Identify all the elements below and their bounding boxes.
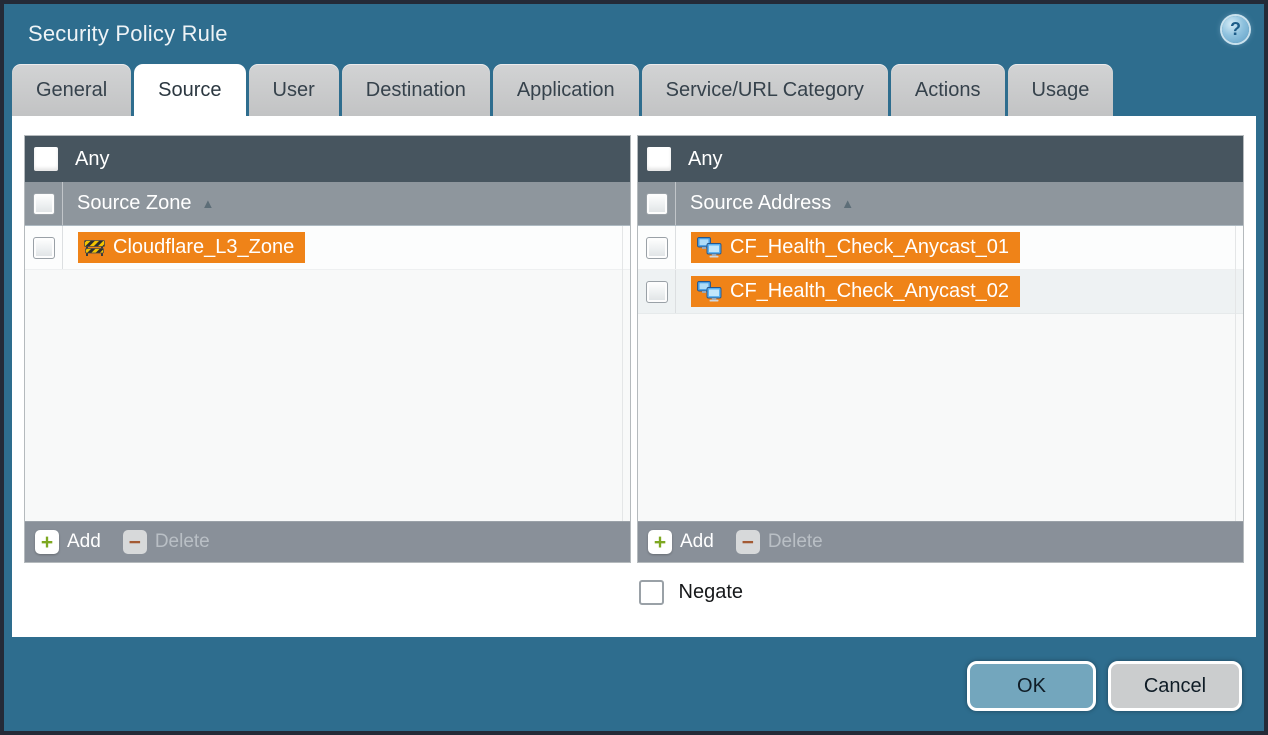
- source-zone-delete-button[interactable]: − Delete: [123, 530, 210, 554]
- source-address-any-checkbox[interactable]: [647, 147, 671, 171]
- source-zone-list: Cloudflare_L3_Zone: [25, 226, 630, 521]
- tab-service-url-category[interactable]: Service/URL Category: [642, 64, 888, 116]
- source-address-row-checkbox[interactable]: [646, 237, 668, 259]
- security-policy-rule-dialog: Security Policy Rule ? General Source Us…: [0, 0, 1268, 735]
- source-zone-any-label: Any: [75, 148, 109, 171]
- tab-bar: General Source User Destination Applicat…: [4, 64, 1264, 116]
- source-address-item[interactable]: CF_Health_Check_Anycast_02: [691, 276, 1020, 307]
- tab-destination[interactable]: Destination: [342, 64, 490, 116]
- dialog-footer: OK Cancel: [4, 637, 1264, 731]
- sort-ascending-icon[interactable]: ▲: [841, 196, 854, 211]
- address-icon: [697, 237, 722, 258]
- source-address-item[interactable]: CF_Health_Check_Anycast_01: [691, 232, 1020, 263]
- source-zone-column-header[interactable]: Source Zone ▲: [25, 182, 630, 226]
- negate-label: Negate: [679, 581, 744, 604]
- add-icon: +: [35, 530, 59, 554]
- tab-usage[interactable]: Usage: [1008, 64, 1114, 116]
- source-zone-column-label: Source Zone: [77, 192, 192, 215]
- source-address-any-header: Any: [638, 136, 1243, 182]
- source-zone-panel: Any Source Zone ▲: [24, 135, 631, 563]
- tab-source[interactable]: Source: [134, 64, 245, 116]
- source-address-column-label: Source Address: [690, 192, 831, 215]
- source-tab-content: Any Source Zone ▲: [12, 116, 1256, 637]
- cancel-button[interactable]: Cancel: [1108, 661, 1242, 711]
- source-zone-any-header: Any: [25, 136, 630, 182]
- help-glyph: ?: [1230, 19, 1241, 40]
- source-address-any-label: Any: [688, 148, 722, 171]
- delete-icon: −: [736, 530, 760, 554]
- delete-button-label: Delete: [155, 531, 210, 553]
- delete-icon: −: [123, 530, 147, 554]
- tab-application[interactable]: Application: [493, 64, 639, 116]
- delete-button-label: Delete: [768, 531, 823, 553]
- add-button-label: Add: [67, 531, 101, 553]
- source-zone-select-all-checkbox[interactable]: [33, 193, 55, 215]
- source-zone-item[interactable]: Cloudflare_L3_Zone: [78, 232, 305, 263]
- source-address-add-button[interactable]: + Add: [648, 530, 714, 554]
- help-icon[interactable]: ?: [1222, 16, 1249, 43]
- negate-checkbox[interactable]: [639, 580, 664, 605]
- table-row: CF_Health_Check_Anycast_01: [638, 226, 1243, 270]
- source-address-panel: Any Source Address ▲: [637, 135, 1244, 563]
- add-button-label: Add: [680, 531, 714, 553]
- source-zone-item-label: Cloudflare_L3_Zone: [113, 236, 294, 259]
- ok-button[interactable]: OK: [967, 661, 1096, 711]
- source-address-select-all-checkbox[interactable]: [646, 193, 668, 215]
- table-row: CF_Health_Check_Anycast_02: [638, 270, 1243, 314]
- negate-row: Negate: [24, 563, 1244, 605]
- source-address-toolbar: + Add − Delete: [638, 521, 1243, 562]
- source-zone-add-button[interactable]: + Add: [35, 530, 101, 554]
- source-zone-row-checkbox[interactable]: [33, 237, 55, 259]
- sort-ascending-icon[interactable]: ▲: [202, 196, 215, 211]
- tab-general[interactable]: General: [12, 64, 131, 116]
- tab-actions[interactable]: Actions: [891, 64, 1005, 116]
- table-row: Cloudflare_L3_Zone: [25, 226, 630, 270]
- zone-icon: [84, 239, 105, 257]
- dialog-titlebar: Security Policy Rule ?: [4, 4, 1264, 64]
- source-address-column-header[interactable]: Source Address ▲: [638, 182, 1243, 226]
- source-address-list: CF_Health_Check_Anycast_01: [638, 226, 1243, 521]
- dialog-title: Security Policy Rule: [28, 21, 228, 47]
- address-icon: [697, 281, 722, 302]
- source-address-item-label: CF_Health_Check_Anycast_02: [730, 280, 1009, 303]
- source-address-row-checkbox[interactable]: [646, 281, 668, 303]
- add-icon: +: [648, 530, 672, 554]
- source-zone-toolbar: + Add − Delete: [25, 521, 630, 562]
- source-address-delete-button[interactable]: − Delete: [736, 530, 823, 554]
- source-zone-any-checkbox[interactable]: [34, 147, 58, 171]
- tab-user[interactable]: User: [249, 64, 339, 116]
- source-address-item-label: CF_Health_Check_Anycast_01: [730, 236, 1009, 259]
